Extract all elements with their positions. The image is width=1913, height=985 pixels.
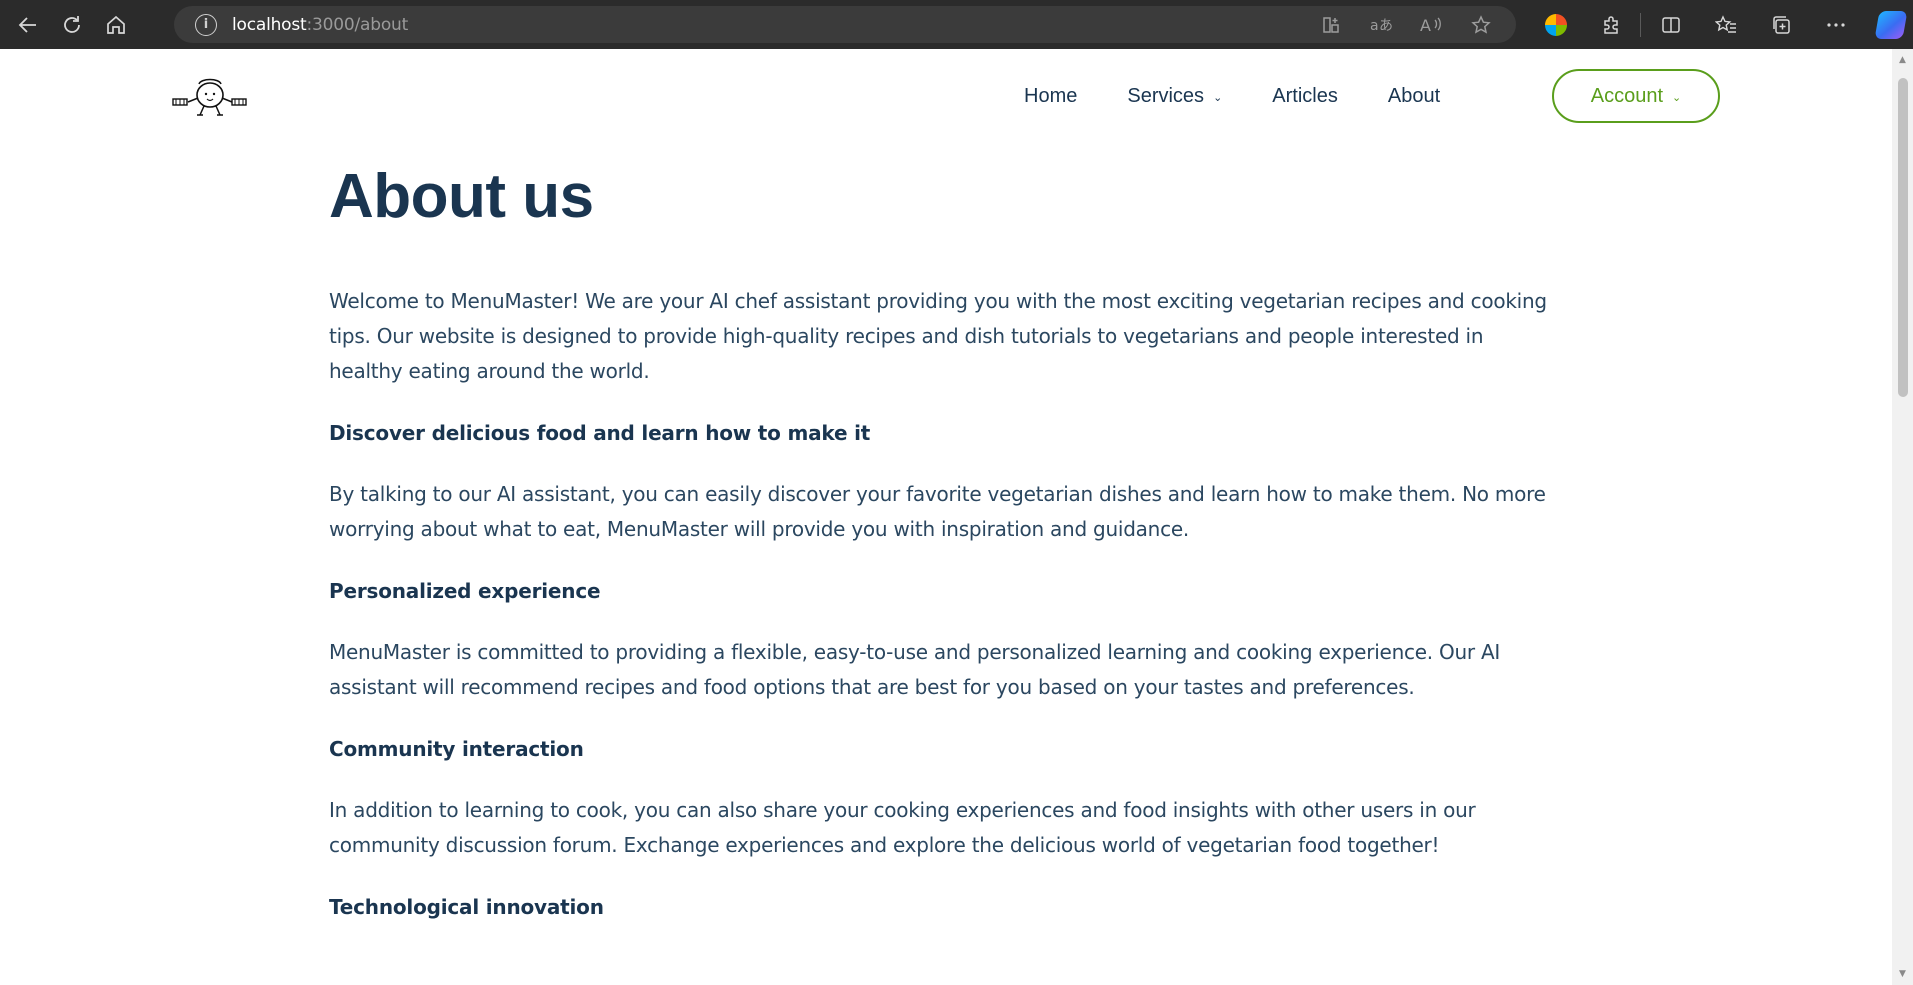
more-icon[interactable] [1808,0,1863,49]
scroll-down-arrow-icon[interactable]: ▼ [1892,965,1913,983]
section-heading-community: Community interaction [329,737,584,761]
main-navigation: Home Services ⌄ Articles About [1024,70,1490,122]
split-screen-icon[interactable] [1643,0,1698,49]
intro-paragraph: Welcome to MenuMaster! We are your AI ch… [329,289,1547,383]
site-logo[interactable] [172,76,248,118]
nav-about-link[interactable]: About [1388,85,1440,108]
section-text-community: In addition to learning to cook, you can… [329,798,1476,857]
url-text[interactable]: localhost:3000/about [232,15,408,35]
page-title: About us [329,162,594,231]
scroll-up-arrow-icon[interactable]: ▲ [1892,51,1913,69]
address-bar[interactable]: i localhost:3000/about aあ A [174,6,1516,43]
section-heading-technology: Technological innovation [329,895,604,919]
section-text-personalized: MenuMaster is committed to providing a f… [329,640,1501,699]
svg-text:A: A [1420,16,1431,34]
account-button[interactable]: Account ⌄ [1552,69,1720,123]
scroll-thumb[interactable] [1898,78,1908,397]
back-icon[interactable] [6,5,50,45]
refresh-icon[interactable] [50,5,94,45]
favorites-icon[interactable] [1698,0,1753,49]
section-heading-discover: Discover delicious food and learn how to… [329,421,871,445]
svg-text:あ: あ [1379,18,1392,34]
home-icon[interactable] [94,5,138,45]
profile-icon[interactable] [1528,0,1583,49]
favorite-star-icon[interactable] [1456,6,1506,43]
read-aloud-icon[interactable]: A [1406,6,1456,43]
toolbar-divider [1640,12,1641,37]
browser-toolbar: i localhost:3000/about aあ A [0,0,1913,49]
site-info-icon[interactable]: i [195,13,217,36]
copilot-icon[interactable] [1863,0,1913,49]
nav-home-link[interactable]: Home [1024,85,1077,108]
section-text-discover: By talking to our AI assistant, you can … [329,482,1546,541]
page-scrollbar[interactable]: ▲ ▼ [1892,49,1913,985]
svg-text:a: a [1370,18,1379,34]
extensions-icon[interactable] [1583,0,1638,49]
app-available-icon[interactable] [1306,6,1356,43]
nav-articles-link[interactable]: Articles [1272,85,1338,108]
chevron-down-icon: ⌄ [1213,90,1223,104]
section-heading-personalized: Personalized experience [329,579,601,603]
collections-icon[interactable] [1753,0,1808,49]
nav-services-dropdown[interactable]: Services ⌄ [1127,85,1222,108]
chevron-down-icon: ⌄ [1672,90,1682,104]
about-content: About us Welcome to MenuMaster! We are y… [329,158,1559,921]
translate-icon[interactable]: aあ [1356,6,1406,43]
